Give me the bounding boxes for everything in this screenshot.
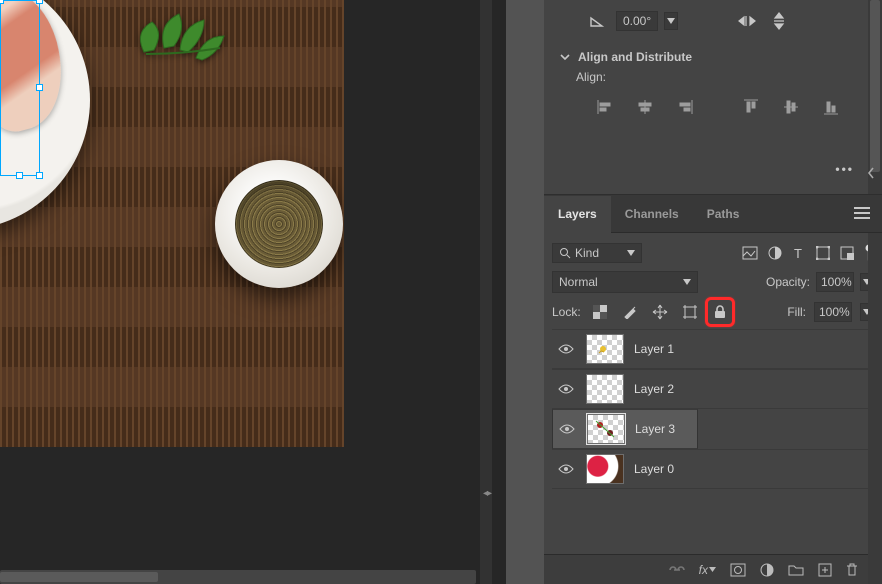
layer-name[interactable]: Layer 2 — [634, 382, 674, 396]
panel-menu-button[interactable] — [854, 207, 870, 219]
lock-transparency-button[interactable] — [589, 301, 611, 323]
eye-icon — [558, 343, 574, 355]
align-distribute-section-header[interactable]: Align and Distribute — [560, 50, 866, 64]
opacity-label[interactable]: Opacity: — [766, 275, 810, 289]
align-hcenter-button[interactable] — [632, 96, 658, 118]
lock-all-button[interactable] — [709, 301, 731, 323]
layer-thumbnail[interactable] — [587, 414, 625, 444]
lock-icon — [714, 305, 726, 319]
properties-panel: 0.00° Align and Distribute Align: — [544, 0, 882, 195]
layer-name[interactable]: Layer 0 — [634, 462, 674, 476]
tab-layers[interactable]: Layers — [544, 196, 611, 233]
layer-name[interactable]: Layer 3 — [635, 422, 675, 436]
visibility-toggle[interactable] — [558, 343, 576, 355]
flip-vertical-button[interactable] — [766, 10, 792, 32]
panel-collapse-icon[interactable] — [866, 166, 876, 180]
filter-type-icon[interactable]: T — [792, 246, 806, 260]
delete-layer-button[interactable] — [846, 563, 858, 577]
visibility-toggle[interactable] — [558, 463, 576, 475]
eye-icon — [558, 383, 574, 395]
add-mask-button[interactable] — [730, 563, 746, 577]
panel-splitter[interactable]: ◂▸ — [480, 0, 492, 584]
svg-text:T: T — [794, 246, 802, 260]
layer-row[interactable]: Layer 1 — [552, 329, 874, 369]
layer-thumbnail[interactable] — [586, 374, 624, 404]
layers-list: Layer 1 Layer 2 Layer 3 Layer 0 — [552, 329, 874, 489]
chevron-down-icon — [683, 279, 691, 285]
layer-name[interactable]: Layer 1 — [634, 342, 674, 356]
search-icon — [559, 247, 571, 259]
rotation-angle-field[interactable]: 0.00° — [616, 11, 658, 31]
rotation-angle-dropdown[interactable] — [664, 12, 678, 30]
align-vcenter-button[interactable] — [778, 96, 804, 118]
chevron-down-icon — [560, 52, 570, 62]
opacity-value-field[interactable]: 100% — [816, 272, 854, 292]
filter-smartobject-icon[interactable] — [840, 246, 854, 260]
align-label: Align: — [576, 70, 866, 84]
eye-icon — [559, 423, 575, 435]
layers-panel-bottom-bar: fx — [544, 554, 868, 584]
new-group-button[interactable] — [788, 563, 804, 576]
visibility-toggle[interactable] — [558, 383, 576, 395]
filter-adjustment-icon[interactable] — [768, 246, 782, 260]
visibility-toggle[interactable] — [559, 423, 577, 435]
align-bottom-button[interactable] — [818, 96, 844, 118]
align-left-button[interactable] — [592, 96, 618, 118]
layer-row[interactable]: Layer 2 — [552, 369, 874, 409]
blend-mode-value: Normal — [559, 275, 598, 289]
filter-pixel-icon[interactable] — [742, 246, 758, 260]
align-top-button[interactable] — [738, 96, 764, 118]
flip-horizontal-button[interactable] — [734, 10, 760, 32]
more-options-button[interactable]: ••• — [835, 162, 854, 176]
align-distribute-title: Align and Distribute — [578, 50, 692, 64]
lock-position-button[interactable] — [649, 301, 671, 323]
new-adjustment-layer-button[interactable] — [760, 563, 774, 577]
layer-effects-button[interactable]: fx — [699, 563, 716, 577]
panel-gutter — [506, 0, 544, 584]
layer-row[interactable]: Layer 0 — [552, 449, 874, 489]
layer-filter-label: Kind — [575, 246, 599, 260]
document-image — [0, 0, 344, 447]
layer-row[interactable]: Layer 3 — [552, 409, 698, 449]
lock-pixels-button[interactable] — [619, 301, 641, 323]
blend-mode-select[interactable]: Normal — [552, 271, 698, 293]
panel-tabs: Layers Channels Paths — [544, 195, 882, 233]
link-layers-button[interactable] — [669, 564, 685, 576]
rotate-angle-icon — [584, 10, 610, 32]
canvas-horizontal-scrollbar[interactable] — [0, 570, 476, 584]
layers-panel: Kind T Normal Opacity: 100% Lock: — [544, 233, 882, 489]
eye-icon — [558, 463, 574, 475]
layer-thumbnail[interactable] — [586, 334, 624, 364]
canvas-area[interactable]: ◂▸ — [0, 0, 506, 584]
fill-label[interactable]: Fill: — [787, 305, 806, 319]
new-layer-button[interactable] — [818, 563, 832, 577]
align-right-button[interactable] — [672, 96, 698, 118]
tab-channels[interactable]: Channels — [611, 195, 693, 232]
chevron-down-icon — [627, 250, 635, 256]
filter-shape-icon[interactable] — [816, 246, 830, 260]
tab-paths[interactable]: Paths — [693, 195, 754, 232]
lock-artboard-button[interactable] — [679, 301, 701, 323]
fill-value-field[interactable]: 100% — [814, 302, 852, 322]
rotation-angle-value: 0.00° — [623, 14, 651, 28]
layer-filter-select[interactable]: Kind — [552, 243, 642, 263]
layer-thumbnail[interactable] — [586, 454, 624, 484]
lock-label: Lock: — [552, 305, 581, 319]
leaf-decoration — [124, 2, 234, 82]
